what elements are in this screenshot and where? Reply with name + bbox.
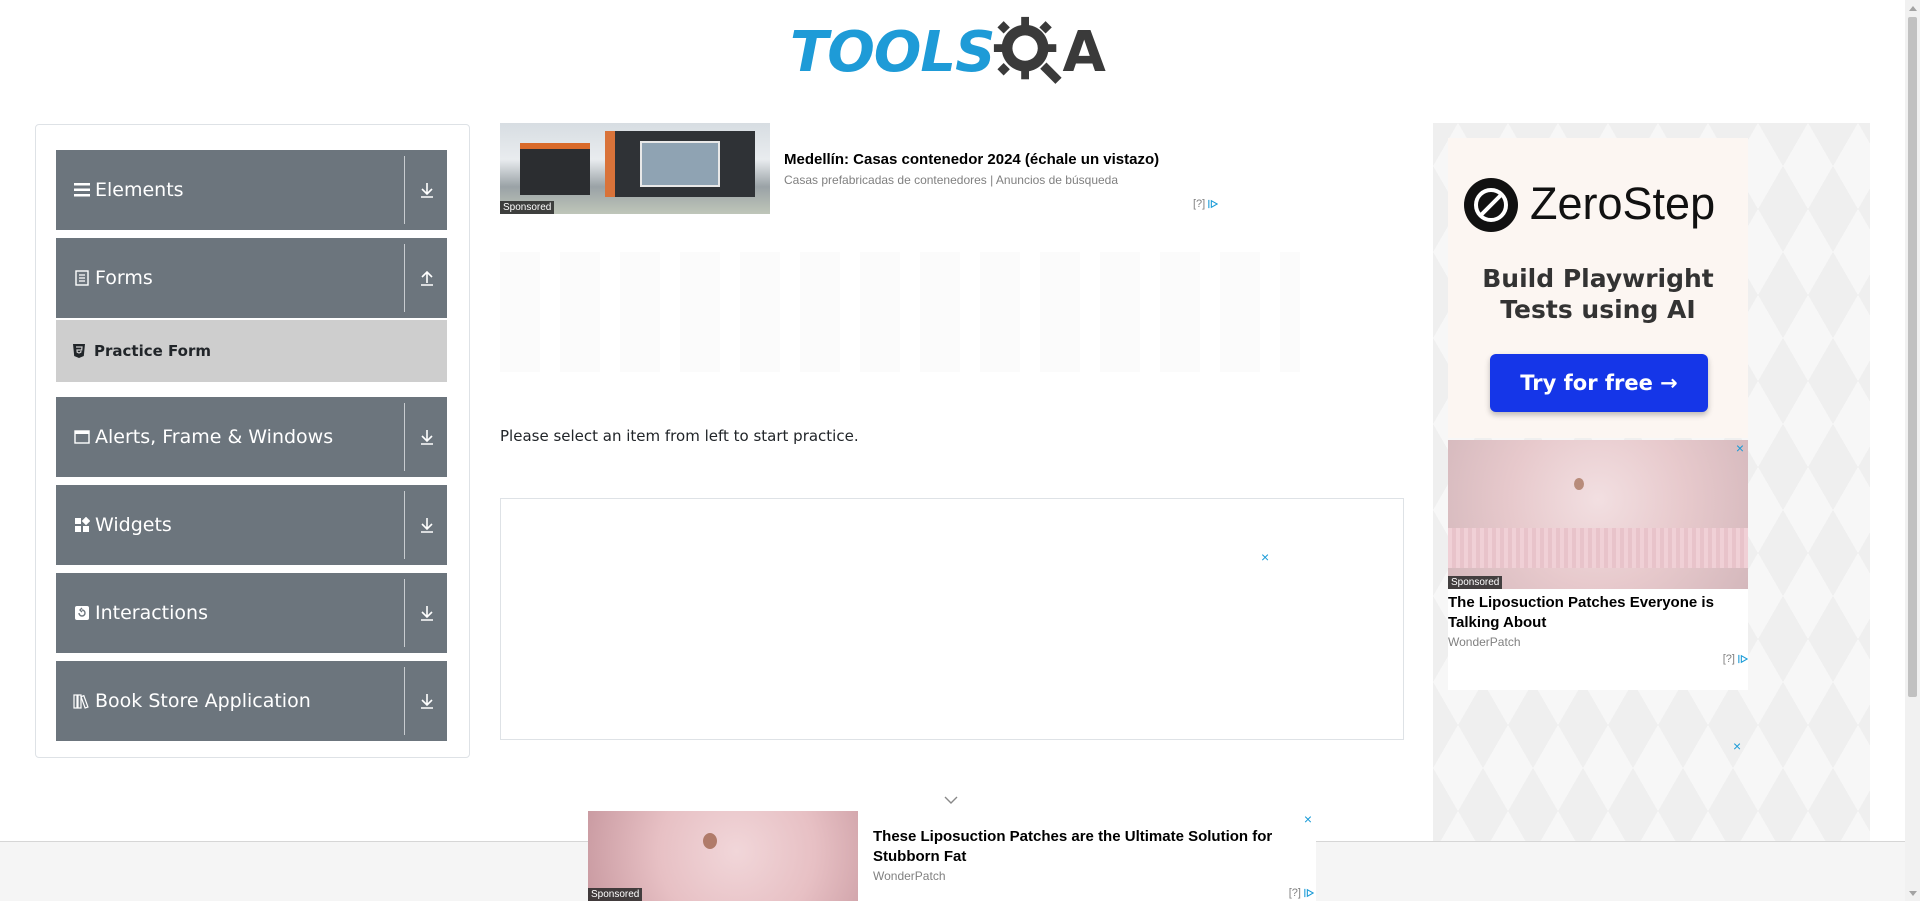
faint-ad-placeholder xyxy=(500,252,1300,372)
scrollbar-thumb[interactable] xyxy=(1908,17,1917,697)
ad-image-container-homes[interactable]: Sponsored xyxy=(500,123,770,214)
download-icon[interactable] xyxy=(417,180,437,200)
interactions-icon xyxy=(73,604,91,622)
logo-text: TOOLS xyxy=(790,19,995,85)
download-icon[interactable] xyxy=(417,427,437,447)
adchoices-icon xyxy=(1208,199,1219,209)
upload-icon[interactable] xyxy=(417,268,437,288)
sponsored-label: Sponsored xyxy=(1448,576,1503,589)
ad-source: WonderPatch xyxy=(873,869,946,883)
zerostep-logo-icon xyxy=(1464,178,1518,232)
logo-letter-a: A xyxy=(1062,19,1106,85)
bottom-ad[interactable]: Sponsored These Liposuction Patches are … xyxy=(588,811,1316,901)
ad-image-shape xyxy=(703,833,717,849)
adchoices-link[interactable]: [?] xyxy=(1723,653,1748,665)
ad-headline[interactable]: Medellín: Casas contenedor 2024 (échale … xyxy=(784,151,1159,168)
gear-magnifier-icon xyxy=(994,16,1063,84)
page-scrollbar[interactable] xyxy=(1905,0,1920,901)
download-icon[interactable] xyxy=(417,603,437,623)
adchoice-text: [?] xyxy=(1722,653,1735,665)
hamburger-icon xyxy=(73,181,91,199)
chevron-down-icon[interactable] xyxy=(944,795,958,805)
ad-image-shape xyxy=(520,143,590,195)
ad-image-container-patch[interactable]: Sponsored xyxy=(588,811,858,901)
download-icon[interactable] xyxy=(417,691,437,711)
group-label: Forms xyxy=(95,267,153,289)
divider xyxy=(404,403,405,471)
scroll-down-arrow[interactable] xyxy=(1905,885,1920,901)
group-label: Elements xyxy=(95,179,184,201)
divider xyxy=(404,667,405,735)
zerostep-brand: ZeroStep xyxy=(1530,178,1716,229)
close-icon[interactable]: × xyxy=(1304,811,1312,827)
adchoices-icon xyxy=(1304,888,1314,898)
sub-item-label: Practice Form xyxy=(94,342,211,360)
ad-source: WonderPatch xyxy=(1448,635,1521,649)
top-ad[interactable]: Sponsored Medellín: Casas contenedor 202… xyxy=(500,123,1235,215)
toolsqa-logo[interactable]: TOOLS A xyxy=(790,12,1106,92)
document-icon xyxy=(73,269,91,287)
ad-image-shape xyxy=(1448,528,1748,568)
group-label: Interactions xyxy=(95,602,208,624)
html5-icon xyxy=(73,344,85,358)
zerostep-ad[interactable]: ZeroStep Build Playwright Tests using AI… xyxy=(1448,138,1748,438)
adchoice-text: [?] xyxy=(1193,198,1206,210)
ad-headline[interactable]: The Liposuction Patches Everyone is Talk… xyxy=(1448,593,1748,633)
divider xyxy=(404,156,405,224)
adchoices-link[interactable]: [?] xyxy=(1289,887,1314,899)
close-icon[interactable]: × xyxy=(1261,549,1269,565)
ad-image-container-patch[interactable]: Sponsored xyxy=(1448,440,1748,589)
divider xyxy=(404,491,405,559)
group-label: Alerts, Frame & Windows xyxy=(95,426,334,448)
group-widgets[interactable]: Widgets xyxy=(56,485,447,565)
group-elements[interactable]: Elements xyxy=(56,150,447,230)
divider xyxy=(404,579,405,647)
ad-image-shape xyxy=(640,141,720,187)
zerostep-tagline-2: Tests using AI xyxy=(1500,295,1696,324)
sponsored-label: Sponsored xyxy=(588,888,643,901)
group-book-store-application[interactable]: Book Store Application xyxy=(56,661,447,741)
group-alerts-frame-windows[interactable]: Alerts, Frame & Windows xyxy=(56,397,447,477)
download-icon[interactable] xyxy=(417,515,437,535)
group-label: Widgets xyxy=(95,514,172,536)
widgets-icon xyxy=(73,516,91,534)
adchoices-icon xyxy=(1738,654,1748,664)
close-icon[interactable]: × xyxy=(1736,440,1744,456)
adchoices-link[interactable]: [?] xyxy=(1193,198,1219,210)
zerostep-tagline-1: Build Playwright xyxy=(1482,264,1714,293)
sponsored-label: Sponsored xyxy=(500,201,555,214)
divider xyxy=(404,244,405,312)
window-icon xyxy=(73,428,91,446)
ad-subline: Casas prefabricadas de contenedores | An… xyxy=(784,173,1119,187)
group-label: Book Store Application xyxy=(95,690,311,712)
books-icon xyxy=(73,692,91,710)
left-navigation-panel: Elements Forms Practice Form Alerts, Fra… xyxy=(35,124,470,758)
close-icon[interactable]: × xyxy=(1733,738,1741,754)
right-lipo-ad[interactable]: Sponsored × The Liposuction Patches Ever… xyxy=(1448,440,1748,690)
adchoice-text: [?] xyxy=(1288,887,1301,899)
practice-prompt-text: Please select an item from left to start… xyxy=(500,427,859,445)
scroll-up-arrow[interactable] xyxy=(1905,0,1920,16)
ad-headline[interactable]: These Liposuction Patches are the Ultima… xyxy=(873,827,1303,867)
group-forms[interactable]: Forms xyxy=(56,238,447,318)
sidebar-item-practice-form[interactable]: Practice Form xyxy=(56,320,447,382)
middle-ad-frame[interactable]: × xyxy=(500,498,1404,740)
page: TOOLS A Elements Forms Practice Form Ale… xyxy=(0,0,1920,901)
ad-image-shape xyxy=(1574,478,1584,490)
try-for-free-button[interactable]: Try for free → xyxy=(1490,354,1708,412)
group-interactions[interactable]: Interactions xyxy=(56,573,447,653)
